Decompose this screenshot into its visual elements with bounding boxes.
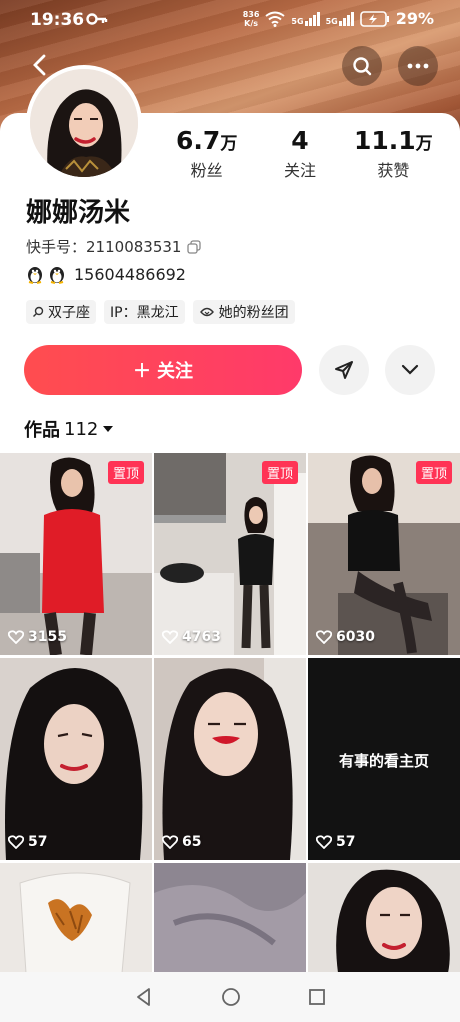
video-thumbnail[interactable]: 置顶 4763 (154, 453, 306, 655)
caret-down-icon (103, 426, 114, 432)
heart-icon (316, 835, 332, 849)
pinned-badge: 置顶 (261, 461, 298, 484)
video-thumbnail[interactable]: 有事的看主页 57 (308, 658, 460, 860)
user-id-row: 快手号： 2110083531 (26, 236, 202, 257)
system-nav-bar (0, 972, 460, 1022)
followers-count: 6.7 (176, 126, 221, 155)
following-count: 4 (291, 126, 309, 155)
followers-label: 粉丝 (190, 161, 223, 180)
username: 娜娜汤米 (26, 198, 131, 228)
heart-icon (162, 835, 178, 849)
wifi-icon (265, 11, 286, 27)
video-thumbnail[interactable]: 置顶 6030 (308, 453, 460, 655)
signal-icon-2: 5G (326, 11, 354, 26)
status-bar: 19:36 836 K/s 5G 5G 29% (0, 0, 460, 40)
status-time: 19:36 (30, 10, 85, 30)
works-tab[interactable]: 作品 112 (24, 416, 114, 442)
likes-label: 获赞 (377, 161, 410, 180)
works-label: 作品 (24, 420, 60, 441)
heart-icon (8, 630, 24, 644)
likes-stat[interactable]: 11.1万 获赞 (347, 126, 440, 181)
works-count: 112 (64, 418, 99, 440)
like-count: 4763 (162, 629, 221, 645)
following-label: 关注 (283, 161, 316, 180)
profile-tags: 双子座 IP：黑龙江 她的粉丝团 (26, 300, 295, 324)
like-count: 6030 (316, 629, 375, 645)
avatar[interactable] (26, 65, 142, 181)
back-arrow-icon (33, 54, 46, 76)
battery-level: 29% (395, 9, 434, 28)
nav-recents-icon[interactable] (308, 988, 326, 1006)
follow-label: 关注 (157, 361, 193, 382)
tag-ip-location: IP：黑龙江 (104, 300, 185, 324)
user-id-value: 2110083531 (86, 237, 182, 256)
following-stat[interactable]: 4 关注 (253, 126, 346, 181)
follow-button[interactable]: ＋ 关注 (24, 345, 302, 395)
battery-icon (359, 10, 389, 27)
search-button[interactable] (342, 46, 382, 86)
qq-row: 15604486692 (26, 264, 186, 284)
user-id-label: 快手号： (26, 238, 87, 256)
net-speed: 836 K/s (242, 9, 260, 28)
send-icon (335, 361, 353, 379)
pinned-badge: 置顶 (415, 461, 452, 484)
tag-fan-club[interactable]: 她的粉丝团 (192, 300, 295, 324)
heart-icon (316, 630, 332, 644)
more-dots-icon (407, 63, 429, 69)
penguin-icon (50, 267, 64, 284)
like-count: 57 (8, 834, 47, 850)
like-count: 65 (162, 834, 201, 850)
signal-icon-1: 5G (291, 11, 320, 26)
status-icons: 836 K/s 5G 5G 29% (243, 9, 434, 28)
thumbnail-caption: 有事的看主页 (338, 752, 429, 770)
heart-icon (8, 835, 24, 849)
chevron-down-icon (401, 364, 419, 375)
like-count: 57 (316, 834, 355, 850)
qq-number: 15604486692 (74, 264, 186, 284)
like-count: 3155 (8, 629, 67, 645)
expand-button[interactable] (385, 345, 435, 395)
copy-icon[interactable] (187, 239, 202, 254)
heart-icon (162, 630, 178, 644)
search-icon (353, 57, 372, 76)
video-thumbnail[interactable] (0, 863, 152, 973)
fan-club-icon (199, 307, 214, 317)
video-thumbnail[interactable] (308, 863, 460, 973)
nav-home-icon[interactable] (221, 987, 241, 1007)
followers-stat[interactable]: 6.7万 粉丝 (160, 126, 253, 181)
penguin-icon (28, 267, 42, 284)
nav-back-icon[interactable] (134, 987, 154, 1007)
pinned-badge: 置顶 (107, 461, 144, 484)
video-thumbnail[interactable]: 65 (154, 658, 306, 860)
likes-count: 11.1 (353, 126, 416, 155)
more-button[interactable] (398, 46, 438, 86)
video-thumbnail[interactable] (154, 863, 306, 973)
plus-icon: ＋ (133, 361, 151, 382)
zodiac-icon (33, 306, 44, 317)
profile-stats: 6.7万 粉丝 4 关注 11.1万 获赞 (160, 126, 440, 181)
key-icon (86, 11, 108, 30)
tag-zodiac[interactable]: 双子座 (26, 300, 96, 324)
video-thumbnail[interactable]: 57 (0, 658, 152, 860)
video-thumbnail[interactable]: 置顶 3155 (0, 453, 152, 655)
share-button[interactable] (319, 345, 369, 395)
